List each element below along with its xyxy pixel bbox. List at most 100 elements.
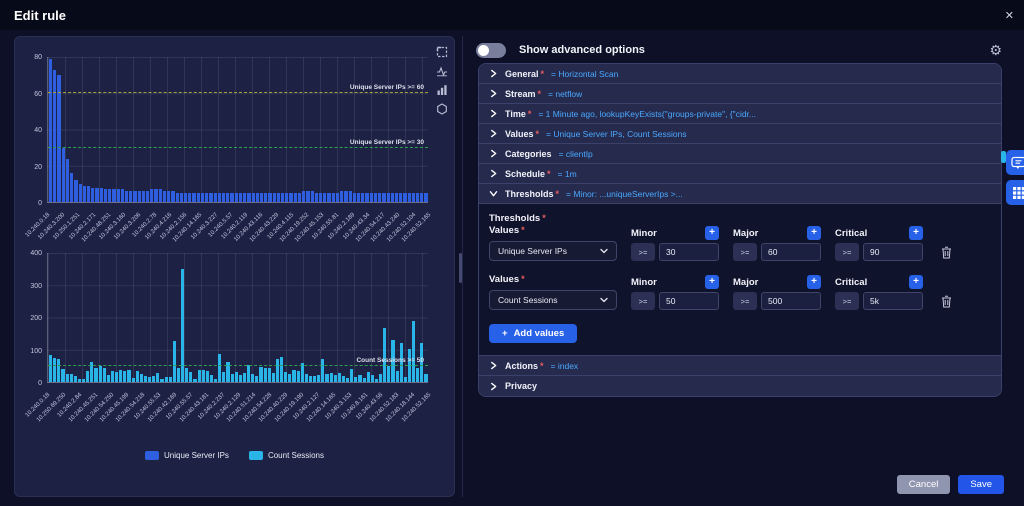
show-advanced-toggle[interactable] (476, 43, 506, 58)
legend-item-unique-server-ips[interactable]: Unique Server IPs (145, 451, 229, 460)
bar (235, 372, 238, 382)
section-value: = netflow (548, 89, 582, 99)
x-axis-labels: 10.240.0.1810.250.69.25010.240.2.8410.24… (47, 383, 428, 429)
bar (198, 370, 201, 382)
bar (91, 188, 94, 203)
bar (201, 193, 204, 202)
bar (70, 173, 73, 202)
legend-item-count-sessions[interactable]: Count Sessions (249, 451, 324, 460)
bar (280, 357, 283, 382)
major-value-input-2[interactable] (761, 292, 821, 310)
close-icon[interactable]: ✕ (1005, 9, 1014, 22)
bar (378, 193, 381, 202)
save-button[interactable]: Save (958, 475, 1004, 494)
bar-chart-icon[interactable] (436, 83, 448, 95)
minor-value-input-1[interactable] (659, 243, 719, 261)
threshold-row: Values* Count Sessions Minor+ >= Major+ … (489, 274, 991, 310)
plus-icon: + (502, 328, 508, 339)
chevron-right-icon (490, 89, 497, 98)
bar (185, 368, 188, 382)
bar (357, 193, 360, 202)
bar (277, 193, 280, 202)
operator-chip: >= (733, 292, 757, 310)
line-chart-icon[interactable] (436, 64, 448, 76)
section-row-categories[interactable]: Categories= clientIp (479, 144, 1001, 164)
add-critical-threshold-button-1[interactable]: + (909, 226, 923, 240)
bar (325, 374, 328, 382)
y-axis: 020406080 (23, 57, 45, 203)
bar (99, 366, 102, 382)
delete-threshold-row-button-2[interactable] (941, 295, 952, 308)
zoom-select-icon[interactable] (436, 45, 448, 57)
bar (371, 375, 374, 382)
y-tick-label: 100 (30, 348, 42, 355)
section-row-schedule[interactable]: Schedule*= 1m (479, 164, 1001, 184)
bar (66, 159, 69, 203)
critical-value-input-1[interactable] (863, 243, 923, 261)
bar (305, 374, 308, 382)
bar (82, 379, 85, 382)
cancel-button[interactable]: Cancel (897, 475, 951, 494)
section-row-privacy[interactable]: Privacy (479, 376, 1001, 396)
bar (222, 193, 225, 202)
bar (121, 189, 124, 202)
scrollbar-thumb[interactable] (459, 253, 462, 283)
chart-toolbar (436, 45, 448, 114)
add-major-threshold-button-1[interactable]: + (807, 226, 821, 240)
bar (138, 191, 141, 202)
speech-bubble-icon (1011, 156, 1024, 170)
operator-chip: >= (631, 243, 655, 261)
critical-value-input-2[interactable] (863, 292, 923, 310)
minor-value-input-2[interactable] (659, 292, 719, 310)
add-critical-threshold-button-2[interactable]: + (909, 275, 923, 289)
grid-widget-button[interactable] (1006, 180, 1024, 205)
bar (268, 193, 271, 202)
minor-label: Minor (631, 277, 657, 288)
bar (86, 371, 89, 382)
add-minor-threshold-button-2[interactable]: + (705, 275, 719, 289)
rule-form-panel: Show advanced options ⚙ General*= Horizo… (470, 36, 1004, 497)
x-axis-labels: 10.240.0.1810.240.3.20010.250.1.25110.24… (47, 203, 428, 249)
chevron-right-icon (490, 129, 497, 138)
plot-area: Unique Server IPs >= 60Unique Server IPs… (47, 57, 428, 203)
bar (103, 368, 106, 383)
section-label: Stream (505, 89, 536, 99)
thresholds-title: Thresholds* (489, 213, 991, 224)
bar (363, 378, 366, 382)
feedback-widget-button[interactable] (1006, 150, 1024, 175)
major-label: Major (733, 228, 758, 239)
values-select-1[interactable]: Unique Server IPs (489, 241, 617, 261)
bar (361, 193, 364, 202)
chevron-right-icon (490, 149, 497, 158)
legend-label: Unique Server IPs (164, 451, 229, 460)
bar (297, 371, 300, 382)
bar (315, 193, 318, 202)
bar (61, 369, 64, 382)
major-value-input-1[interactable] (761, 243, 821, 261)
section-row-time[interactable]: Time*= 1 Minute ago, lookupKeyExists("gr… (479, 104, 1001, 124)
required-asterisk: * (538, 89, 542, 99)
section-row-stream[interactable]: Stream* = netflow (479, 84, 1001, 104)
bar (288, 374, 291, 382)
section-row-thresholds[interactable]: Thresholds*= Minor: ...uniqueServerIps >… (479, 184, 1001, 204)
section-row-general[interactable]: General*= Horizontal Scan (479, 64, 1001, 84)
bar (336, 193, 339, 202)
bar (214, 379, 217, 382)
operator-chip: >= (835, 243, 859, 261)
bar (95, 188, 98, 203)
add-values-button[interactable]: + Add values (489, 324, 577, 343)
add-major-threshold-button-2[interactable]: + (807, 275, 821, 289)
legend-swatch-cyan (249, 451, 263, 460)
bar (424, 193, 427, 202)
delete-threshold-row-button-1[interactable] (941, 246, 952, 259)
values-select-2[interactable]: Count Sessions (489, 290, 617, 310)
section-label: Privacy (505, 381, 537, 391)
chevron-right-icon (490, 169, 497, 178)
bar (230, 193, 233, 202)
section-row-values[interactable]: Values*= Unique Server IPs, Count Sessio… (479, 124, 1001, 144)
hexagon-icon[interactable] (436, 102, 448, 114)
section-row-actions[interactable]: Actions*= index (479, 356, 1001, 376)
legend-swatch-blue (145, 451, 159, 460)
add-minor-threshold-button-1[interactable]: + (705, 226, 719, 240)
gear-icon[interactable]: ⚙ (989, 43, 1002, 57)
